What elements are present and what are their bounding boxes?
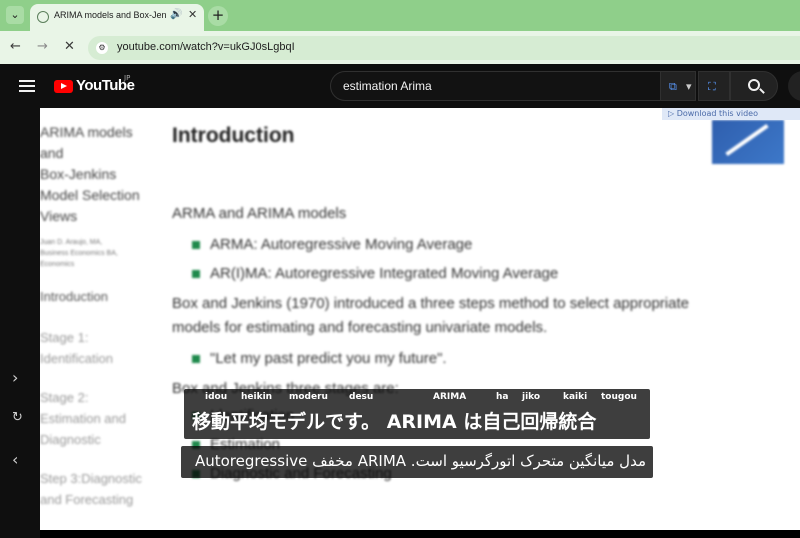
- romaji-word: jiko: [522, 392, 541, 402]
- search-button[interactable]: [730, 71, 778, 101]
- menu-icon[interactable]: [19, 80, 35, 92]
- subtitle-extension-button[interactable]: ⛶: [698, 71, 730, 101]
- translate-icon: ⧉: [669, 80, 677, 93]
- slide-nav-item: and Forecasting: [40, 492, 134, 507]
- slide-title-line: and: [40, 145, 64, 161]
- slide-nav-item: Stage 1:: [40, 330, 89, 345]
- slide-title-line: Views: [40, 208, 78, 224]
- url-text: youtube.com/watch?v=ukGJ0sLgbqI: [117, 41, 295, 53]
- youtube-header: YouTube JP estimation Arima ⧉ ▾ ⛶: [0, 64, 800, 108]
- address-bar[interactable]: ⚙ youtube.com/watch?v=ukGJ0sLgbqI: [88, 36, 800, 60]
- caption-text: 移動平均モデルです。 ARIMA は自己回帰統合: [192, 411, 597, 433]
- back-arrow-icon[interactable]: ←: [10, 39, 21, 54]
- tab-title: ARIMA models and Box-Jenkins: [54, 10, 166, 20]
- slide-nav-item: Estimation and: [40, 411, 126, 426]
- slide-author-line: Juan D. Araujo, MA,: [40, 239, 103, 246]
- slide-nav-item: Identification: [40, 351, 113, 366]
- tab-youtube[interactable]: ARIMA models and Box-Jenkins 🔊 ✕: [30, 4, 204, 31]
- romaji-word: idou: [205, 392, 228, 402]
- site-favicon-icon: [37, 11, 49, 23]
- slide-title-line: Model Selection: [40, 187, 140, 203]
- slide-paragraph: Box and Jenkins (1970) introduced a thre…: [172, 295, 689, 312]
- download-video-button[interactable]: ▷ Download this video: [662, 108, 800, 120]
- romaji-word: ARIMA: [433, 392, 467, 402]
- speaker-icon[interactable]: 🔊: [170, 9, 182, 20]
- romaji-word: kaiki: [563, 392, 588, 402]
- slide-nav-item: Stage 2:: [40, 390, 89, 405]
- subtitle-icon: ⛶: [708, 80, 716, 93]
- slide-bullet: ARMA: Autoregressive Moving Average: [172, 230, 782, 259]
- persian-caption: مدل میانگین متحرک اتورگرسیو است. ARIMA م…: [181, 446, 653, 478]
- search-input[interactable]: estimation Arima: [330, 71, 660, 101]
- slide-nav-item: Diagnostic: [40, 432, 101, 447]
- voice-search-button[interactable]: [788, 71, 800, 101]
- chevron-down-icon: ⌄: [10, 8, 20, 21]
- slide-paragraph: models for estimating and forecasting un…: [172, 319, 548, 336]
- slide-paragraph: ARMA and ARIMA models: [172, 205, 347, 222]
- slide-sidebar: ARIMA models and Box-Jenkins Model Selec…: [40, 122, 152, 510]
- slide-bullet: AR(I)MA: Autoregressive Integrated Movin…: [172, 259, 782, 288]
- slide-title-line: ARIMA models: [40, 124, 133, 140]
- slide-bullet: "Let my past predict you my future".: [172, 344, 782, 373]
- slide-author-line: Business Economics BA,: [40, 250, 118, 257]
- new-tab-button[interactable]: +: [208, 6, 228, 26]
- chevron-right-icon[interactable]: ›: [12, 368, 18, 387]
- slide-title-line: Box-Jenkins: [40, 166, 117, 182]
- japanese-caption: idou heikin moderu desu ARIMA ha jiko ka…: [184, 389, 650, 439]
- navigation-bar: ← → ✕ ⚙ youtube.com/watch?v=ukGJ0sLgbqI: [0, 31, 800, 64]
- tab-strip: ⌄ ARIMA models and Box-Jenkins 🔊 ✕ +: [0, 0, 800, 31]
- romaji-word: tougou: [601, 392, 637, 402]
- translate-extension-button[interactable]: ⧉ ▾: [660, 71, 696, 101]
- stop-loading-icon[interactable]: ✕: [64, 39, 75, 54]
- youtube-logo-icon[interactable]: [54, 80, 73, 93]
- slide-author-line: Economics: [40, 261, 75, 268]
- slide-heading: Introduction: [172, 124, 295, 147]
- forward-arrow-icon[interactable]: →: [37, 39, 48, 54]
- video-player[interactable]: › ↻ ‹ ARIMA models and Box-Jenkins Model…: [0, 108, 800, 538]
- romaji-word: heikin: [241, 392, 273, 402]
- plus-icon: +: [211, 6, 225, 24]
- slide-logo: [712, 120, 784, 164]
- romaji-word: ha: [496, 392, 509, 402]
- region-code: JP: [124, 74, 131, 82]
- chevron-left-icon[interactable]: ‹: [12, 450, 18, 469]
- refresh-icon[interactable]: ↻: [12, 410, 23, 425]
- left-rail: › ↻ ‹: [0, 108, 40, 538]
- slide-nav-item: Introduction: [40, 289, 108, 304]
- search-value: estimation Arima: [343, 79, 432, 93]
- site-info-icon[interactable]: ⚙: [96, 42, 108, 54]
- caption-text: مدل میانگین متحرک اتورگرسیو است. ARIMA م…: [194, 452, 646, 470]
- slide-nav-item: Step 3:Diagnostic: [40, 471, 142, 486]
- chevron-down-icon: ▾: [686, 80, 692, 93]
- romaji-word: desu: [349, 392, 374, 402]
- romaji-word: moderu: [289, 392, 328, 402]
- close-tab-icon[interactable]: ✕: [188, 8, 197, 21]
- tab-search-button[interactable]: ⌄: [6, 6, 24, 24]
